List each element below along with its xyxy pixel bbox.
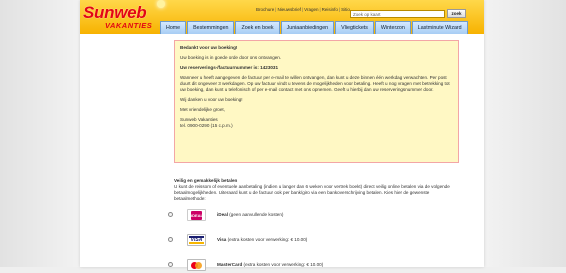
closing-text: Met vriendelijke groet, <box>180 107 225 112</box>
mastercard-logo-icon <box>187 259 206 271</box>
mastercard-name: MasterCard <box>217 262 243 267</box>
payment-section: Veilig en gemakkelijk betalen U kunt de … <box>174 178 459 202</box>
confirmation-title: Bedankt voor uw boeking! <box>180 45 238 50</box>
booking-confirmation-box: Bedankt voor uw boeking! Uw boeking is i… <box>174 40 459 163</box>
visa-label: Visa (extra kosten voor verwerking: € 10… <box>217 237 307 242</box>
payment-intro: U kunt de reissom of eventuele aanbetali… <box>174 184 450 201</box>
main-nav: Home Bestemmingen Zoek en boek Juniaanbi… <box>160 21 468 34</box>
top-links: Brochure|Nieuwsbrief|Vragen|Reisinfo|Sit… <box>256 7 350 12</box>
top-link-reisinfo[interactable]: Reisinfo <box>322 7 338 12</box>
mastercard-radio[interactable] <box>168 262 173 267</box>
payment-option-ideal[interactable]: iDEAL iDeal (geen aanvullende kosten) <box>168 209 458 223</box>
sunweb-logo[interactable]: Sunweb VAKANTIES <box>83 0 167 32</box>
ideal-name: iDeal <box>217 212 228 217</box>
invoice-info: Wanneer u heeft aangegeven de factuur pe… <box>180 75 450 92</box>
site-header: Sunweb VAKANTIES Brochure|Nieuwsbrief|Vr… <box>80 0 484 34</box>
tab-winterzon[interactable]: Winterzon <box>374 21 411 34</box>
tab-lastminute-wizard[interactable]: Lastminute Wizard <box>411 21 468 34</box>
company-phone: tel. 0900-0290 (15 c.p.m.) <box>180 123 233 128</box>
main-content: Bedankt voor uw boeking! Uw boeking is i… <box>80 34 484 271</box>
ideal-label: iDeal (geen aanvullende kosten) <box>217 212 283 217</box>
search-input[interactable]: Zoek op kaart <box>350 10 445 18</box>
payment-option-visa[interactable]: VISA Visa (extra kosten voor verwerking:… <box>168 234 458 248</box>
confirmation-line: Uw boeking is in goede orde door ons ont… <box>180 55 282 60</box>
page-wrapper: Sunweb VAKANTIES Brochure|Nieuwsbrief|Vr… <box>80 0 484 271</box>
top-link-nieuwsbrief[interactable]: Nieuwsbrief <box>277 7 301 12</box>
thanks-text: Wij danken u voor uw boeking! <box>180 97 243 102</box>
tab-juniaanbiedingen[interactable]: Juniaanbiedingen <box>280 21 335 34</box>
mastercard-detail: (extra kosten voor verwerking: € 10.00) <box>242 262 324 267</box>
ideal-radio[interactable] <box>168 212 173 217</box>
logo-main-text: Sunweb <box>83 3 147 22</box>
visa-name: Visa <box>217 237 227 242</box>
payment-option-mastercard[interactable]: MasterCard (extra kosten voor verwerking… <box>168 259 458 273</box>
ideal-logo-icon: iDEAL <box>187 209 206 221</box>
logo-sub-text: VAKANTIES <box>105 21 153 30</box>
visa-radio[interactable] <box>168 237 173 242</box>
top-link-brochure[interactable]: Brochure <box>256 7 274 12</box>
tab-bestemmingen[interactable]: Bestemmingen <box>187 21 235 34</box>
tab-vliegtickets[interactable]: Vliegtickets <box>335 21 374 34</box>
visa-detail: (extra kosten voor verwerking: € 10.00) <box>226 237 308 242</box>
sun-icon <box>157 0 165 8</box>
ideal-detail: (geen aanvullende kosten) <box>227 212 284 217</box>
mastercard-label: MasterCard (extra kosten voor verwerking… <box>217 262 323 267</box>
ideal-logo-text: iDEAL <box>191 211 203 220</box>
visa-logo-icon: VISA <box>187 234 206 246</box>
reservation-number: Uw reserverings-/factuurnummer is: 14230… <box>180 65 279 70</box>
tab-zoek-en-boek[interactable]: Zoek en boek <box>235 21 280 34</box>
search-button[interactable]: zoek <box>447 9 466 18</box>
top-link-vragen[interactable]: Vragen <box>304 7 318 12</box>
top-link-sitio[interactable]: Sitio <box>341 7 350 12</box>
tab-home[interactable]: Home <box>160 21 187 34</box>
